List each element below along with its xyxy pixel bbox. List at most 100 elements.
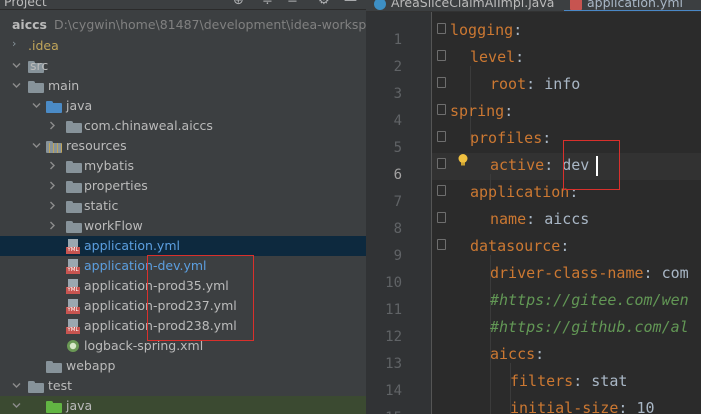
tree-label-webapp: webapp — [66, 358, 116, 373]
chevron-down-icon[interactable] — [12, 381, 21, 390]
tab-area-slice-java[interactable]: AreaSliceClaimAIImpl.java — [374, 0, 554, 11]
code-line: aiccs: — [490, 345, 545, 363]
chevron-right-icon[interactable] — [48, 221, 57, 230]
fold-marker-icon[interactable] — [437, 50, 446, 61]
resources-folder-icon — [46, 141, 62, 153]
tree-row-application-yml[interactable]: YML application.yml — [0, 236, 366, 256]
folder-icon — [66, 161, 82, 173]
code-line: filters: stat — [510, 372, 628, 390]
line-number: 8 — [393, 221, 402, 237]
folder-icon — [46, 361, 62, 373]
line-number: 12 — [385, 329, 402, 345]
line-number: 9 — [393, 248, 402, 264]
gear-icon[interactable]: ⚙ — [318, 0, 330, 8]
code-line: logging: — [450, 21, 523, 39]
collapse-all-icon[interactable]: ≑ — [262, 0, 273, 8]
chevron-right-icon[interactable]: › — [12, 37, 16, 50]
source-folder-icon — [46, 101, 62, 113]
yml-file-icon: YML — [66, 319, 80, 334]
test-folder-icon — [46, 401, 62, 413]
fold-marker-icon[interactable] — [437, 185, 446, 196]
line-number-current: 6 — [393, 167, 402, 183]
editor-pane: AreaSliceClaimAIImpl.java application.ym… — [366, 0, 701, 414]
expand-all-icon[interactable]: ≐ — [287, 0, 298, 8]
tree-row-test[interactable]: test — [0, 376, 366, 396]
folder-icon — [28, 81, 44, 93]
tree-row-package[interactable]: com.chinaweal.aiccs — [0, 116, 366, 136]
tree-row-test-java[interactable]: java — [0, 396, 366, 414]
chevron-down-icon[interactable] — [32, 101, 41, 110]
code-line: driver-class-name: com — [490, 264, 689, 282]
highlight-box-profile-files — [147, 255, 254, 341]
tree-label-resources: resources — [66, 138, 127, 153]
tree-row-idea[interactable]: › .idea — [0, 36, 366, 56]
fold-marker-icon[interactable] — [437, 104, 446, 115]
hide-icon[interactable]: — — [344, 0, 357, 8]
chevron-right-icon[interactable] — [48, 121, 57, 130]
line-number: 13 — [385, 356, 402, 372]
java-class-icon — [374, 0, 386, 10]
tree-label-application-yml: application.yml — [84, 238, 180, 253]
chevron-down-icon[interactable] — [32, 141, 41, 150]
chevron-right-icon[interactable] — [48, 161, 57, 170]
tree-label-properties: properties — [84, 178, 148, 193]
tree-label-package: com.chinaweal.aiccs — [84, 118, 213, 133]
project-view-selector[interactable]: Project▾ — [4, 0, 47, 9]
folder-icon — [66, 221, 82, 233]
line-number: 15 — [366, 408, 402, 414]
code-line: name: aiccs — [490, 210, 590, 228]
fold-marker-icon[interactable] — [437, 77, 446, 88]
line-number: 7 — [393, 194, 402, 210]
tree-row-workflow[interactable]: workFlow — [0, 216, 366, 236]
code-line: spring: — [450, 102, 514, 120]
tree-row-main[interactable]: main — [0, 76, 366, 96]
fold-marker-icon[interactable] — [437, 158, 446, 169]
chevron-down-icon[interactable] — [12, 81, 21, 90]
highlight-box-active-profile — [563, 140, 620, 190]
tree-row-root[interactable]: aiccs D:\cygwin\home\81487\development\i… — [0, 17, 366, 37]
chevron-down-icon[interactable] — [12, 401, 21, 410]
code-line: level: — [470, 48, 525, 66]
fold-marker-icon[interactable] — [437, 131, 446, 142]
chevron-right-icon[interactable] — [48, 201, 57, 210]
line-number: 3 — [393, 86, 402, 102]
chevron-down-icon[interactable] — [12, 61, 21, 70]
lightbulb-icon[interactable] — [456, 153, 470, 167]
tree-label-test-java: java — [66, 398, 93, 413]
tree-row-resources[interactable]: resources — [0, 136, 366, 156]
package-icon — [66, 121, 82, 133]
tree-row-src[interactable]: src — [0, 56, 366, 76]
tree-label-workflow: workFlow — [84, 218, 143, 233]
tree-label-main: main — [48, 78, 80, 93]
tree-label-src: src — [30, 58, 49, 73]
tree-row-mybatis[interactable]: mybatis — [0, 156, 366, 176]
folder-icon — [66, 201, 82, 213]
yml-file-icon: YML — [66, 239, 80, 254]
line-number: 5 — [393, 140, 402, 156]
line-number: 2 — [393, 59, 402, 75]
tree-root-label: aiccs — [12, 17, 47, 32]
line-number-gutter[interactable]: 1 2 3 4 5 6 7 8 9 10 11 12 13 14 15 — [366, 12, 432, 414]
chevron-right-icon[interactable] — [48, 181, 57, 190]
code-line: initial-size: 10 — [510, 399, 655, 414]
fold-marker-icon[interactable] — [437, 239, 446, 250]
tree-row-java[interactable]: java — [0, 96, 366, 116]
code-line: root: info — [490, 75, 581, 93]
yml-file-icon — [570, 0, 582, 10]
folder-icon — [28, 381, 44, 393]
tree-label-static: static — [84, 198, 119, 213]
tree-label-test: test — [48, 378, 73, 393]
locate-icon[interactable]: ⊕ — [233, 0, 244, 8]
spring-config-icon — [67, 340, 79, 352]
fold-marker-icon[interactable] — [437, 212, 446, 223]
project-pane-header: Project▾ ⊕ ≑ ≐ ⚙ — — [0, 0, 366, 10]
tree-row-webapp[interactable]: webapp — [0, 356, 366, 376]
code-line-comment: #https://gitee.com/wen — [490, 291, 689, 309]
folder-icon — [66, 181, 82, 193]
tree-label-java: java — [66, 98, 93, 113]
fold-marker-icon[interactable] — [437, 23, 446, 34]
code-line-comment: #https://github.com/al — [490, 318, 689, 336]
line-number: 14 — [385, 383, 402, 399]
tree-row-properties[interactable]: properties — [0, 176, 366, 196]
tree-row-static[interactable]: static — [0, 196, 366, 216]
